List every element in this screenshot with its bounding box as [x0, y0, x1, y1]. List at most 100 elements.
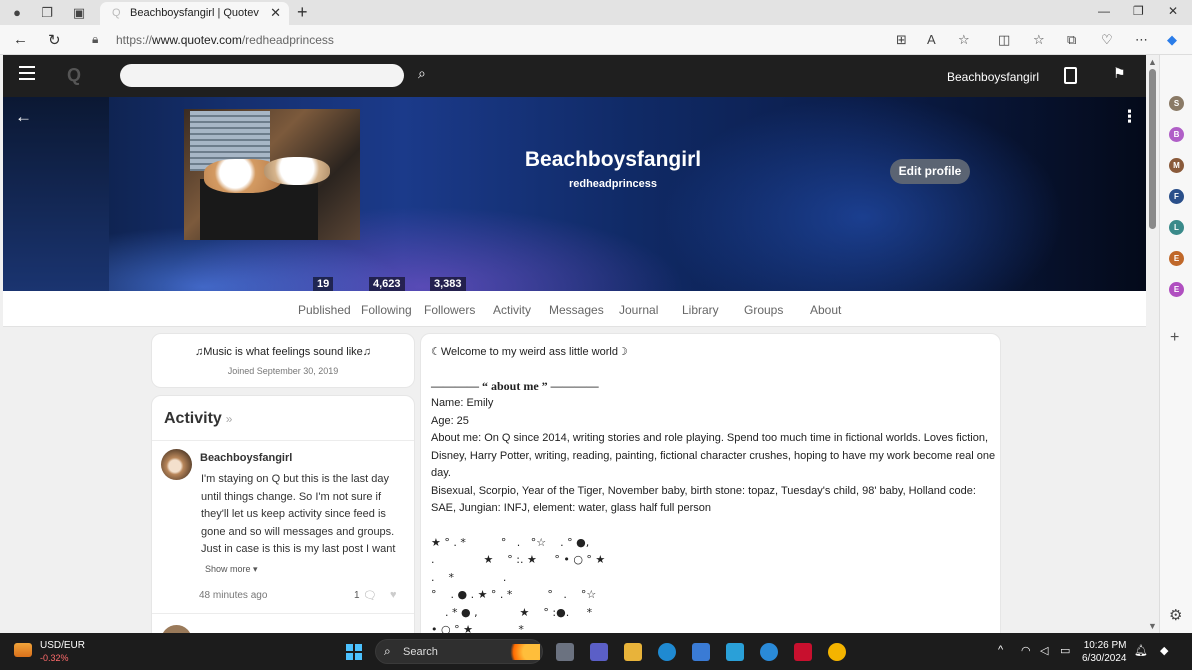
tab-groups[interactable]: Groups: [744, 303, 783, 317]
header-username[interactable]: Beachboysfangirl: [947, 70, 1039, 84]
task-view-icon[interactable]: [556, 643, 574, 661]
photo-cat: [264, 157, 330, 185]
sidebar-app-icon[interactable]: E: [1169, 282, 1184, 297]
ticker-change[interactable]: -0.32%: [40, 653, 69, 663]
help-icon[interactable]: [760, 643, 778, 661]
profile-username: redheadprincess: [568, 178, 658, 190]
close-window-icon[interactable]: ✕: [1168, 4, 1178, 18]
file-explorer-icon[interactable]: [624, 643, 642, 661]
favorites-icon[interactable]: ☆: [1033, 32, 1045, 48]
tab-library[interactable]: Library: [682, 303, 719, 317]
read-aloud-icon[interactable]: A: [927, 32, 936, 47]
chevron-up-icon[interactable]: ^: [998, 644, 1003, 656]
about-welcome: ☾Welcome to my weird ass little world☽: [431, 346, 628, 358]
heart-icon[interactable]: ♥: [390, 589, 397, 601]
add-sidebar-app-icon[interactable]: +: [1170, 329, 1179, 347]
wifi-icon[interactable]: ◠: [1021, 644, 1031, 657]
sidebar-app-icon[interactable]: F: [1169, 189, 1184, 204]
more-options-icon[interactable]: ⋯: [1135, 32, 1148, 48]
lock-icon[interactable]: 🔒︎: [92, 32, 98, 47]
notifications-flag-icon[interactable]: ⚑: [1113, 65, 1126, 82]
site-search-input[interactable]: [120, 64, 404, 87]
quotev-logo[interactable]: Q: [67, 65, 81, 86]
stat-published-count[interactable]: 19: [313, 277, 334, 291]
collections-icon[interactable]: ⧉: [1067, 32, 1076, 48]
avatar[interactable]: [161, 449, 192, 480]
tab-following[interactable]: Following: [361, 303, 412, 317]
menu-icon[interactable]: [19, 66, 35, 80]
tab-activity[interactable]: Activity: [493, 303, 531, 317]
favorite-star-icon[interactable]: ☆: [958, 32, 970, 48]
show-more-button[interactable]: Show more ▾: [205, 564, 258, 575]
sidebar-app-icon[interactable]: L: [1169, 220, 1184, 235]
url-field[interactable]: 🔒︎ https://www.quotev.com/redheadprinces…: [86, 29, 886, 51]
close-tab-icon[interactable]: ✕: [270, 5, 281, 21]
tab-journal[interactable]: Journal: [619, 303, 658, 317]
copilot-taskbar-icon[interactable]: ◆: [1160, 644, 1168, 657]
new-tab-icon[interactable]: +: [297, 2, 308, 22]
edit-profile-button[interactable]: Edit profile: [890, 159, 970, 184]
about-traits: Bisexual, Scorpio, Year of the Tiger, No…: [431, 484, 980, 515]
store-icon[interactable]: [692, 643, 710, 661]
tab-published[interactable]: Published: [298, 303, 351, 317]
sidebar-settings-icon[interactable]: ⚙: [1169, 606, 1182, 624]
stocks-widget-icon[interactable]: [14, 643, 32, 657]
workspaces-icon[interactable]: ❐: [38, 4, 56, 21]
maximize-icon[interactable]: ❐: [1133, 4, 1144, 18]
activity-timestamp[interactable]: 48 minutes ago: [199, 590, 267, 601]
sidebar-app-icon[interactable]: E: [1169, 251, 1184, 266]
activity-post-text: I'm staying on Q but this is the last da…: [201, 473, 396, 556]
comment-icon[interactable]: 🗨︎: [363, 589, 377, 602]
stat-following-count[interactable]: 4,623: [369, 277, 405, 291]
tab-followers[interactable]: Followers: [424, 303, 475, 317]
system-clock[interactable]: 10:26 PM 6/30/2024: [1082, 639, 1127, 665]
tab-messages[interactable]: Messages: [549, 303, 604, 317]
avatar[interactable]: [161, 625, 192, 633]
refresh-icon[interactable]: ↻: [48, 31, 61, 49]
edge-icon[interactable]: [658, 643, 676, 661]
tab-about[interactable]: About: [810, 303, 841, 317]
library-icon[interactable]: [1064, 67, 1077, 84]
back-icon[interactable]: ←: [13, 31, 28, 48]
mail-icon[interactable]: [726, 643, 744, 661]
taskbar-search[interactable]: ⌕ Search: [375, 639, 543, 664]
sidebar-app-icon[interactable]: M: [1169, 158, 1184, 173]
scroll-down-icon[interactable]: ▼: [1148, 621, 1157, 631]
copilot-icon[interactable]: ◆: [1167, 32, 1177, 48]
page-scrollbar[interactable]: ▲ ▼: [1146, 55, 1159, 633]
teams-icon[interactable]: [590, 643, 608, 661]
activity-poster-name[interactable]: Beachboysfangirl: [200, 452, 292, 464]
comment-count: 1: [354, 590, 360, 601]
scrollbar-thumb[interactable]: [1149, 69, 1156, 229]
tab-title: Beachboysfangirl | Quotev: [130, 7, 259, 19]
stat-followers-count[interactable]: 3,383: [430, 277, 466, 291]
app-available-icon[interactable]: ⊞: [896, 32, 907, 48]
scroll-up-icon[interactable]: ▲: [1148, 57, 1157, 67]
windows-taskbar: USD/EUR -0.32% ⌕ Search ^ ◠ ◁ ▭ 10:26 PM…: [0, 633, 1192, 670]
sidebar-app-icon[interactable]: B: [1169, 127, 1184, 142]
windows-start-icon[interactable]: [346, 644, 362, 660]
profile-photo: [184, 109, 360, 240]
site-header: Q ⌕ Beachboysfangirl ⚑: [3, 55, 1146, 97]
split-screen-icon[interactable]: ◫: [998, 32, 1010, 48]
activity-card: Activity» Beachboysfangirl I'm staying o…: [151, 395, 415, 633]
sidebar-app-icon[interactable]: S: [1169, 96, 1184, 111]
volume-icon[interactable]: ◁: [1040, 644, 1048, 657]
chrome-icon[interactable]: [828, 643, 846, 661]
tab-actions-icon[interactable]: ▣: [70, 4, 88, 21]
search-icon[interactable]: ⌕: [418, 65, 426, 82]
about-age: Age: 25: [431, 414, 469, 427]
browser-essentials-icon[interactable]: ♡: [1101, 32, 1113, 48]
profile-icon[interactable]: ●: [8, 4, 26, 21]
profile-menu-icon[interactable]: ⋮: [1121, 107, 1138, 127]
activity-heading[interactable]: Activity»: [164, 410, 232, 428]
ticker-name[interactable]: USD/EUR: [40, 640, 85, 651]
notification-bell-icon[interactable]: 🔔︎: [1134, 644, 1148, 657]
joined-date: Joined September 30, 2019: [227, 366, 339, 376]
back-arrow-icon[interactable]: ←: [15, 107, 32, 127]
address-bar: ← ↻ 🔒︎ https://www.quotev.com/redheadpri…: [0, 25, 1192, 55]
battery-icon[interactable]: ▭: [1060, 644, 1070, 657]
browser-tab-active[interactable]: Q Beachboysfangirl | Quotev ✕: [100, 2, 289, 25]
mcafee-icon[interactable]: [794, 643, 812, 661]
minimize-icon[interactable]: —: [1098, 4, 1110, 18]
